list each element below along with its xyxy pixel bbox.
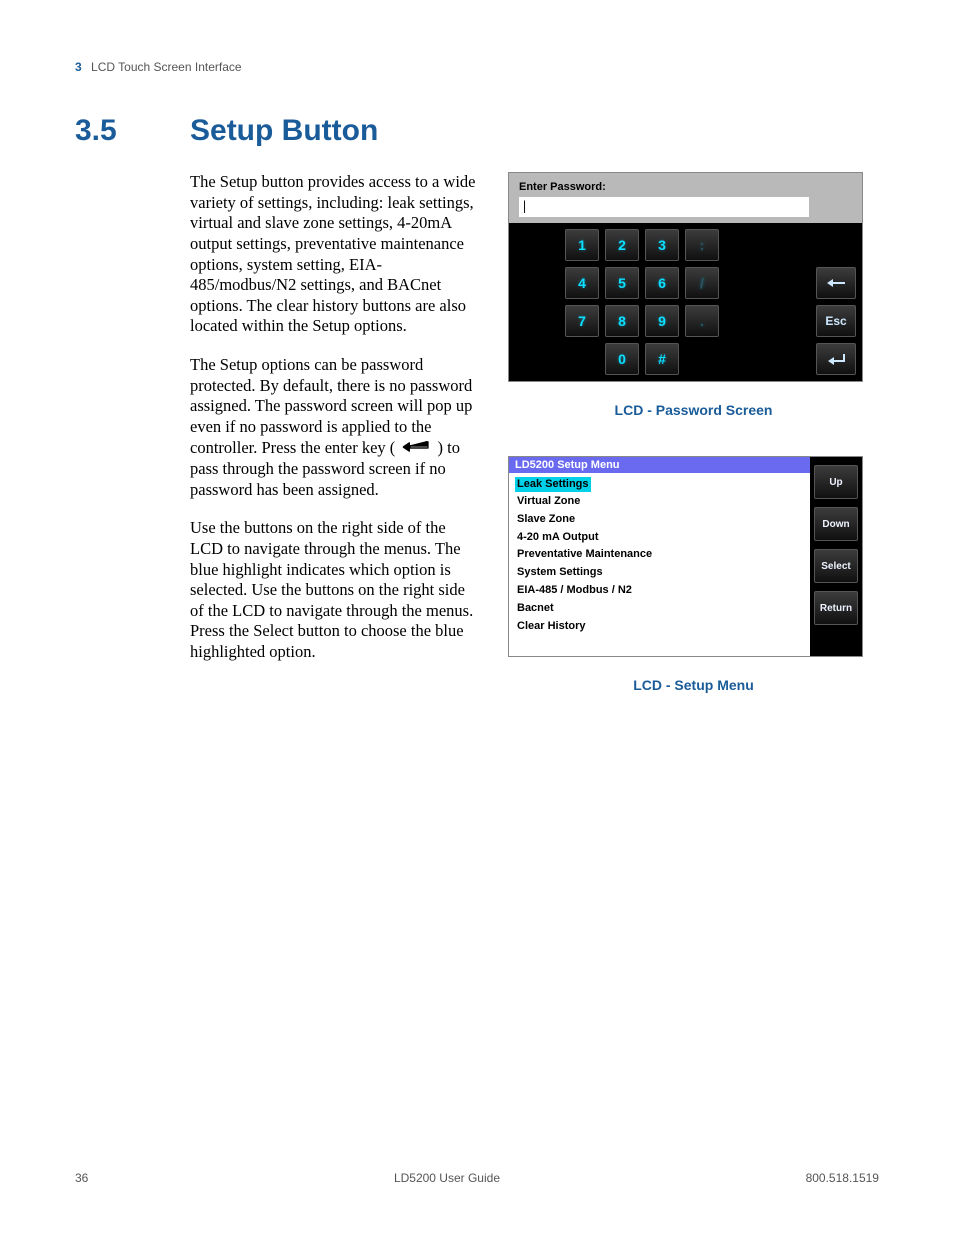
chapter-number: 3 (75, 60, 82, 74)
setup-item-system-settings[interactable]: System Settings (515, 564, 804, 581)
keypad-dot[interactable]: . (685, 305, 719, 337)
keypad-colon[interactable]: : (685, 229, 719, 261)
chapter-title: LCD Touch Screen Interface (91, 60, 242, 74)
backspace-button[interactable] (816, 267, 856, 299)
keypad-slash[interactable]: / (685, 267, 719, 299)
enter-icon (825, 352, 847, 366)
keypad-grid: 1 2 3 : 4 5 6 / 7 8 9 . 0 # (565, 229, 719, 375)
body-paragraph-1: The Setup button provides access to a wi… (190, 172, 480, 337)
setup-item-virtual-zone[interactable]: Virtual Zone (515, 493, 804, 510)
keypad-8[interactable]: 8 (605, 305, 639, 337)
section-number: 3.5 (75, 114, 190, 148)
nav-up-button[interactable]: Up (814, 465, 858, 499)
keypad-0[interactable]: 0 (605, 343, 639, 375)
escape-button[interactable]: Esc (816, 305, 856, 337)
phone-number: 800.518.1519 (806, 1171, 879, 1185)
keypad-6[interactable]: 6 (645, 267, 679, 299)
setup-item-preventative[interactable]: Preventative Maintenance (515, 546, 804, 563)
setup-menu-header: LD5200 Setup Menu (509, 457, 810, 473)
keypad-5[interactable]: 5 (605, 267, 639, 299)
nav-select-button[interactable]: Select (814, 549, 858, 583)
doc-title: LD5200 User Guide (394, 1171, 500, 1185)
keypad-3[interactable]: 3 (645, 229, 679, 261)
setup-item-eia485[interactable]: EIA-485 / Modbus / N2 (515, 582, 804, 599)
figure-setup-menu: LD5200 Setup Menu Leak Settings Virtual … (508, 456, 863, 657)
section-title: Setup Button (190, 114, 378, 148)
backspace-icon (825, 278, 847, 288)
enter-key-icon (401, 438, 431, 459)
keypad-7[interactable]: 7 (565, 305, 599, 337)
enter-button[interactable] (816, 343, 856, 375)
password-input[interactable]: | (519, 197, 809, 217)
setup-item-leak-settings[interactable]: Leak Settings (515, 477, 591, 492)
figure-password-screen: Enter Password: | 1 2 3 : 4 5 6 (508, 172, 863, 382)
setup-item-4-20ma[interactable]: 4-20 mA Output (515, 529, 804, 546)
password-prompt-label: Enter Password: (519, 181, 852, 193)
keypad-4[interactable]: 4 (565, 267, 599, 299)
keypad-9[interactable]: 9 (645, 305, 679, 337)
setup-item-clear-history[interactable]: Clear History (515, 618, 804, 635)
running-header: 3 LCD Touch Screen Interface (75, 60, 879, 74)
section-heading: 3.5 Setup Button (75, 114, 879, 148)
figure-caption-setup: LCD - Setup Menu (508, 677, 879, 693)
page-number: 36 (75, 1171, 88, 1185)
keypad-2[interactable]: 2 (605, 229, 639, 261)
body-paragraph-3: Use the buttons on the right side of the… (190, 518, 480, 662)
keypad-1[interactable]: 1 (565, 229, 599, 261)
keypad-hash[interactable]: # (645, 343, 679, 375)
body-paragraph-2: The Setup options can be password protec… (190, 355, 480, 500)
setup-item-bacnet[interactable]: Bacnet (515, 600, 804, 617)
page-footer: 36 LD5200 User Guide 800.518.1519 (75, 1171, 879, 1185)
body-text-column: The Setup button provides access to a wi… (190, 172, 480, 717)
setup-item-slave-zone[interactable]: Slave Zone (515, 511, 804, 528)
figure-caption-password: LCD - Password Screen (508, 402, 879, 418)
setup-menu-list: Leak Settings Virtual Zone Slave Zone 4-… (509, 473, 810, 656)
nav-return-button[interactable]: Return (814, 591, 858, 625)
nav-down-button[interactable]: Down (814, 507, 858, 541)
